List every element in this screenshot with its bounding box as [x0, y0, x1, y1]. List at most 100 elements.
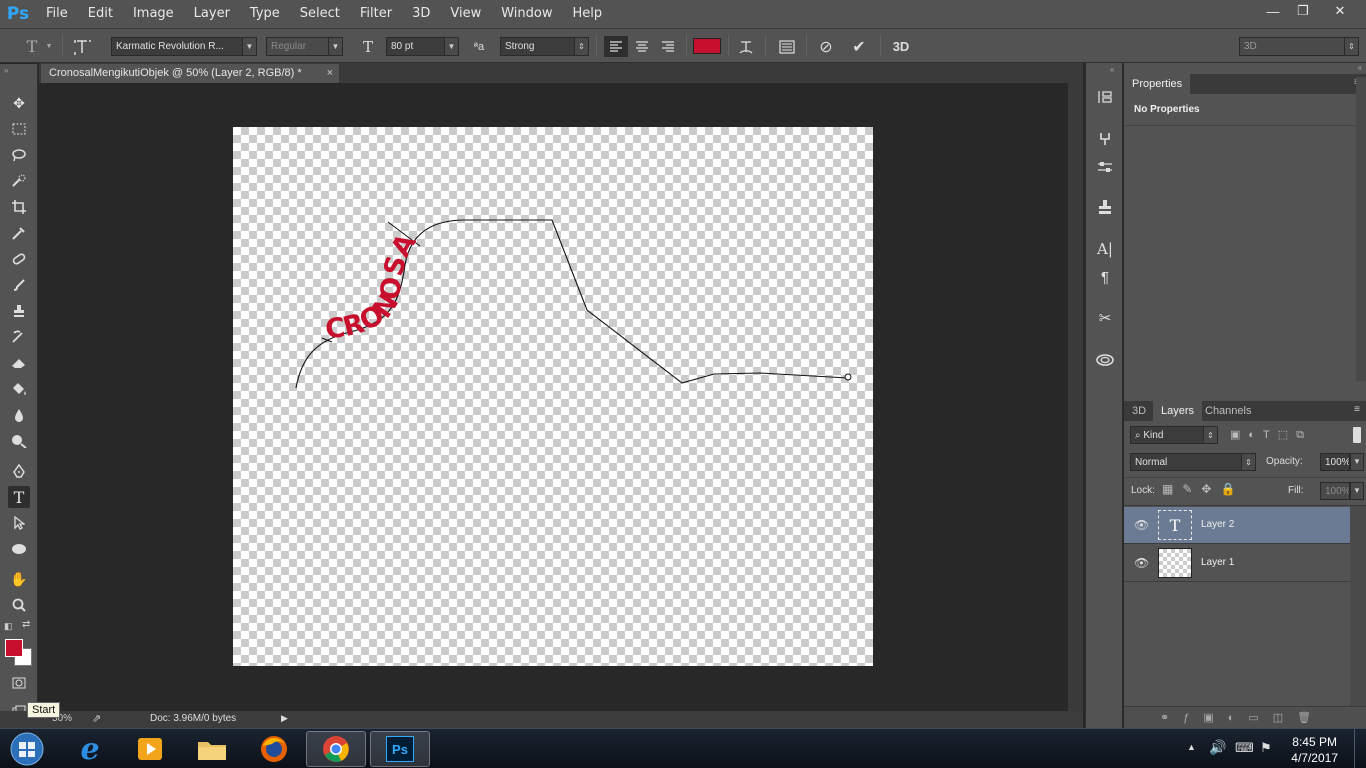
anti-alias-select[interactable]: Strong ⇕ [500, 37, 589, 56]
dodge-tool-icon[interactable] [8, 430, 30, 452]
pen-tool-icon[interactable] [8, 460, 30, 482]
font-style-select[interactable]: Regular ▼ [266, 37, 343, 56]
layer-filter-icons[interactable]: ▣◐T⬚⧉ [1230, 428, 1312, 442]
adjustments-icon[interactable] [1095, 157, 1115, 177]
panel-menu-icon[interactable]: ≡ [1354, 404, 1360, 415]
volume-icon[interactable]: 🔊 [1209, 739, 1226, 756]
photoshop-taskbar-icon[interactable]: Ps [370, 731, 430, 767]
show-hidden-icons[interactable]: ▲ [1187, 742, 1196, 752]
layer-name[interactable]: Layer 2 [1201, 519, 1234, 530]
hand-tool-icon[interactable]: ✋ [8, 568, 30, 590]
zoom-tool-icon[interactable] [8, 594, 30, 616]
menu-image[interactable]: Image [123, 0, 184, 28]
filter-kind-select[interactable]: ⌕ Kind ⇕ [1130, 426, 1218, 444]
healing-brush-tool-icon[interactable] [8, 248, 30, 270]
action-center-icon[interactable]: ⚑ [1260, 740, 1272, 756]
text-color-swatch[interactable] [693, 38, 721, 54]
move-tool-icon[interactable]: ✥ [8, 92, 30, 114]
visibility-eye-icon[interactable]: 👁 [1134, 556, 1149, 570]
default-colors-icon[interactable]: ◧ [4, 621, 13, 632]
eraser-tool-icon[interactable] [8, 352, 30, 374]
type-tool-icon[interactable]: T [8, 486, 30, 508]
opacity-slider-toggle[interactable]: ▼ [1350, 453, 1364, 471]
network-icon[interactable]: ⌨ [1235, 740, 1254, 756]
tool-preset-picker[interactable]: T [20, 37, 44, 56]
font-family-select[interactable]: Karmatic Revolution R... ▼ [111, 37, 257, 56]
paint-bucket-tool-icon[interactable] [8, 378, 30, 400]
blur-tool-icon[interactable] [8, 404, 30, 426]
clone-stamp-tool-icon[interactable] [8, 300, 30, 322]
layer-row-text[interactable]: 👁 T Layer 2 [1124, 507, 1350, 544]
align-center-icon[interactable] [630, 36, 654, 57]
menu-select[interactable]: Select [290, 0, 350, 28]
firefox-icon[interactable] [244, 731, 304, 767]
menu-help[interactable]: Help [563, 0, 613, 28]
commit-edits-icon[interactable]: ✔ [848, 36, 870, 57]
system-clock[interactable]: 8:45 PM 4/7/2017 [1291, 734, 1338, 766]
align-right-icon[interactable] [656, 36, 680, 57]
brush-tool-icon[interactable] [8, 274, 30, 296]
document-canvas[interactable] [233, 127, 873, 666]
layer-row-raster[interactable]: 👁 Layer 1 [1124, 545, 1350, 582]
quick-selection-tool-icon[interactable] [8, 170, 30, 192]
eyedropper-tool-icon[interactable] [8, 222, 30, 244]
chevron-down-icon[interactable]: ▼ [44, 39, 54, 53]
properties-scrollbar[interactable] [1356, 77, 1366, 381]
menu-window[interactable]: Window [491, 0, 562, 28]
quick-mask-icon[interactable] [8, 672, 30, 694]
tab-channels[interactable]: Channels [1197, 401, 1259, 421]
warp-text-icon[interactable] [735, 36, 757, 57]
fill-slider-toggle[interactable]: ▼ [1350, 482, 1364, 500]
filter-toggle[interactable] [1353, 427, 1361, 443]
collapse-icon[interactable]: » [4, 66, 8, 75]
lasso-tool-icon[interactable] [8, 144, 30, 166]
path-selection-tool-icon[interactable] [8, 512, 30, 534]
layer-name[interactable]: Layer 1 [1201, 557, 1234, 568]
layers-scrollbar[interactable] [1350, 506, 1366, 706]
tab-3d[interactable]: 3D [1124, 401, 1154, 421]
status-menu-arrow-icon[interactable]: ▶ [281, 713, 288, 724]
create-3d-button[interactable]: 3D [888, 36, 914, 57]
media-player-icon[interactable] [120, 731, 180, 767]
swap-colors-icon[interactable]: ⇄ [22, 619, 30, 630]
ellipse-tool-icon[interactable] [8, 538, 30, 560]
collapse-icon[interactable]: « [1358, 63, 1362, 72]
close-window-button[interactable]: ✕ [1318, 0, 1362, 22]
vertical-scrollbar[interactable] [1068, 83, 1083, 711]
menu-type[interactable]: Type [240, 0, 290, 28]
opacity-input[interactable]: 100% [1320, 453, 1350, 471]
close-tab-icon[interactable]: × [327, 64, 333, 83]
workspace-select[interactable]: 3D ⇕ [1239, 37, 1359, 56]
menu-3d[interactable]: 3D [402, 0, 440, 28]
collapse-icon[interactable]: « [1110, 65, 1114, 74]
layer-footer-icons[interactable]: ⚭ƒ▣◐▭◫🗑 [1160, 711, 1325, 724]
menu-view[interactable]: View [440, 0, 491, 28]
restore-button[interactable]: ❐ [1288, 0, 1318, 22]
history-brush-tool-icon[interactable] [8, 326, 30, 348]
minimize-button[interactable]: — [1258, 0, 1288, 22]
tab-properties[interactable]: Properties [1124, 74, 1191, 94]
creative-cloud-icon[interactable] [1095, 349, 1115, 369]
history-icon[interactable] [1095, 87, 1115, 107]
file-explorer-icon[interactable] [182, 731, 242, 767]
character-panel-icon[interactable] [776, 36, 798, 57]
blend-mode-select[interactable]: Normal ⇕ [1130, 453, 1256, 471]
start-button[interactable] [0, 731, 54, 767]
menu-layer[interactable]: Layer [184, 0, 240, 28]
character-icon[interactable]: A| [1095, 239, 1115, 259]
visibility-eye-icon[interactable]: 👁 [1134, 518, 1149, 532]
menu-edit[interactable]: Edit [78, 0, 123, 28]
font-size-select[interactable]: 80 pt ▼ [386, 37, 459, 56]
foreground-color-swatch-overlay[interactable] [5, 639, 23, 657]
tab-layers[interactable]: Layers [1153, 401, 1203, 421]
crop-tool-icon[interactable] [8, 196, 30, 218]
document-tab[interactable]: CronosalMengikutiObjek @ 50% (Layer 2, R… [41, 64, 339, 83]
cancel-edits-icon[interactable]: ⊘ [815, 36, 837, 57]
clone-source-icon[interactable] [1095, 197, 1115, 217]
menu-filter[interactable]: Filter [350, 0, 402, 28]
brush-presets-icon[interactable] [1095, 129, 1115, 149]
paragraph-icon[interactable]: ¶ [1095, 267, 1115, 287]
align-left-icon[interactable] [604, 36, 628, 57]
chrome-icon[interactable] [306, 731, 366, 767]
tool-presets-icon[interactable]: ✂ [1095, 308, 1115, 328]
